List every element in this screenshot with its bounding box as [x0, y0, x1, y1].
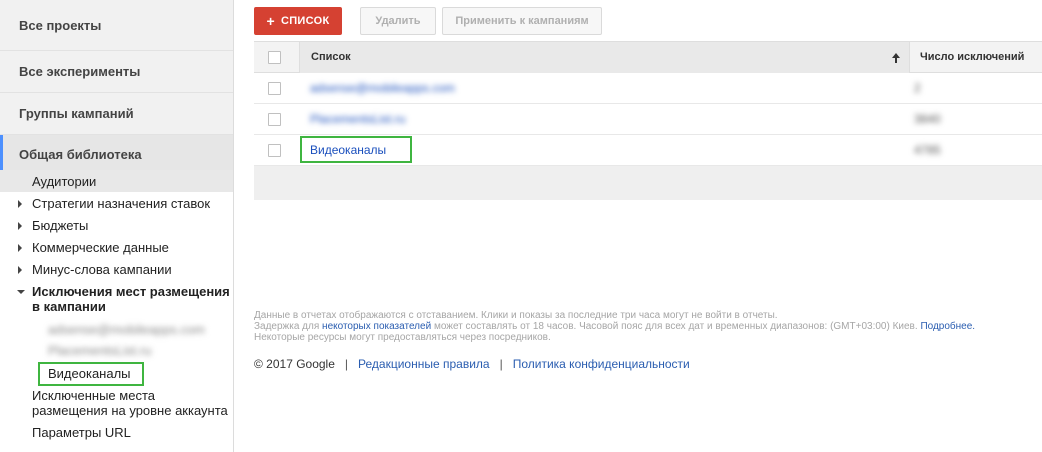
- chevron-right-icon[interactable]: [18, 266, 22, 274]
- row-name-link[interactable]: adsense@mobileapps.com: [310, 81, 455, 95]
- sidebar-item-placement-exclusions-label: Исключения мест размещения в кампании: [32, 284, 230, 314]
- sidebar-item-audiences-label: Аудитории: [32, 174, 97, 189]
- sidebar-item-exclusion-list-1-label: adsense@mobileapps.com: [48, 322, 206, 337]
- learn-more-link[interactable]: Подробнее.: [920, 321, 975, 332]
- sidebar-item-negative-keywords-label: Минус-слова кампании: [32, 262, 172, 277]
- sidebar-item-budgets-label: Бюджеты: [32, 218, 89, 233]
- sidebar-item-url-params-label: Параметры URL: [32, 425, 131, 440]
- sidebar-item-exclusion-list-2-label: PlacementsList.ru: [48, 343, 152, 358]
- chevron-right-icon[interactable]: [18, 222, 22, 230]
- row-count: 2: [914, 81, 921, 95]
- nav-shared-library[interactable]: Общая библиотека: [0, 135, 233, 175]
- table-header: Список Число исключений: [254, 41, 1042, 73]
- copyright-text: © 2017 Google: [254, 357, 335, 371]
- sidebar-item-bid-strategies-label: Стратегии назначения ставок: [32, 196, 211, 211]
- app-root: Все проекты Все эксперименты Группы камп…: [0, 0, 1042, 452]
- library-subnav: Аудитории Стратегии назначения ставок Бю…: [0, 170, 233, 452]
- plus-icon: +: [266, 13, 275, 29]
- delete-button-label: Удалить: [375, 15, 421, 27]
- metrics-link[interactable]: показателей: [374, 321, 432, 332]
- notice-line-2-suffix: может составлять от 18 часов. Часовой по…: [431, 321, 921, 332]
- footer-separator: |: [344, 357, 349, 371]
- some-link[interactable]: некоторых: [322, 321, 371, 332]
- row-checkbox[interactable]: [268, 144, 281, 157]
- row-count: 4785: [914, 143, 941, 157]
- nav-all-projects[interactable]: Все проекты: [0, 0, 233, 51]
- data-delay-notice: Данные в отчетах отображаются с отставан…: [254, 310, 1042, 343]
- sort-ascending-icon: [892, 53, 900, 63]
- column-header-count-label: Число исключений: [920, 51, 1025, 63]
- sidebar: Все проекты Все эксперименты Группы камп…: [0, 0, 234, 452]
- notice-line-2: Задержка для некоторых показателей может…: [254, 321, 1042, 332]
- add-list-button-label: СПИСОК: [280, 15, 330, 27]
- notice-line-1: Данные в отчетах отображаются с отставан…: [254, 310, 778, 321]
- footer-separator: |: [499, 357, 503, 371]
- table-row: PlacementsList.ru 3840: [254, 104, 1042, 135]
- chevron-right-icon[interactable]: [18, 244, 22, 252]
- table-row: adsense@mobileapps.com 2: [254, 73, 1042, 104]
- nav-all-projects-label: Все проекты: [19, 17, 102, 33]
- delete-button[interactable]: Удалить: [360, 7, 436, 35]
- nav-all-experiments[interactable]: Все эксперименты: [0, 51, 233, 93]
- page-footer: © 2017 Google | Редакционные правила | Полит…: [254, 357, 690, 371]
- privacy-policy-link[interactable]: Политика конфиденциальности: [513, 357, 690, 371]
- nav-shared-library-label: Общая библиотека: [19, 147, 142, 162]
- sidebar-item-audiences[interactable]: Аудитории: [0, 170, 233, 192]
- apply-to-campaigns-button[interactable]: Применить к кампаниям: [442, 7, 602, 35]
- row-checkbox[interactable]: [268, 113, 281, 126]
- row-checkbox[interactable]: [268, 82, 281, 95]
- sidebar-item-account-excluded-placements-label: Исключенные места размещения на уровне а…: [32, 388, 228, 418]
- chevron-down-icon[interactable]: [17, 290, 25, 294]
- notice-line-3: Некоторые ресурсы могут предоставляться …: [254, 332, 551, 343]
- sidebar-item-business-data-label: Коммерческие данные: [32, 240, 169, 255]
- highlight-box-table: [300, 136, 412, 163]
- exclusion-lists-table: Список Число исключений adsense@mobileap…: [254, 41, 1042, 200]
- column-header-name[interactable]: Список: [300, 42, 910, 73]
- header-checkbox-cell: [254, 42, 300, 73]
- select-all-checkbox[interactable]: [268, 51, 281, 64]
- row-count: 3840: [914, 112, 941, 126]
- chevron-right-icon[interactable]: [18, 200, 22, 208]
- column-header-name-label: Список: [311, 51, 351, 63]
- column-header-count[interactable]: Число исключений: [910, 42, 1042, 73]
- editorial-policy-link[interactable]: Редакционные правила: [358, 357, 490, 371]
- nav-campaign-groups[interactable]: Группы кампаний: [0, 93, 233, 135]
- notice-line-2-prefix: Задержка для: [254, 321, 323, 332]
- apply-to-campaigns-button-label: Применить к кампаниям: [455, 15, 589, 27]
- nav-all-experiments-label: Все эксперименты: [19, 64, 141, 79]
- add-list-button[interactable]: + СПИСОК: [254, 7, 342, 35]
- highlight-box-sidebar: [38, 362, 144, 386]
- row-name-link[interactable]: PlacementsList.ru: [310, 112, 405, 126]
- table-footer-band: [254, 166, 1042, 200]
- nav-campaign-groups-label: Группы кампаний: [19, 106, 134, 121]
